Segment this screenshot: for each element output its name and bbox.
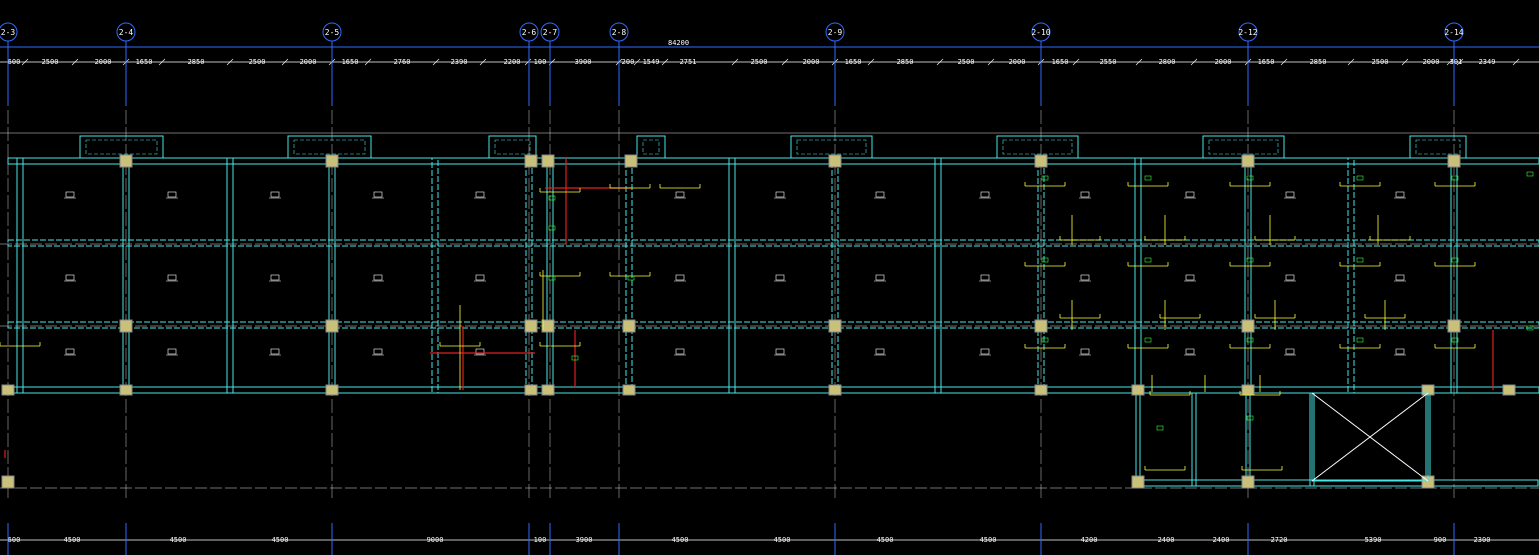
grid-axis-label: 2-14	[1444, 28, 1463, 37]
bottom-dim-text: 3900	[576, 536, 593, 544]
column	[1034, 154, 1048, 168]
cad-drawing-canvas[interactable]: 84200 600 2500 2000 1650 2850 2500 2000 1650 276…	[0, 0, 1539, 555]
top-dim-text: 2800	[1159, 58, 1176, 66]
grid-axis-label: 2-12	[1238, 28, 1257, 37]
top-dim-text: 1650	[1052, 58, 1069, 66]
top-dim-text: 2000	[300, 58, 317, 66]
column	[524, 154, 538, 168]
bottom-dim-text: 4200	[1081, 536, 1098, 544]
column	[1502, 384, 1516, 396]
top-dim-text: 1650	[342, 58, 359, 66]
top-dim-text: 2760	[394, 58, 411, 66]
column	[325, 319, 339, 333]
column	[622, 319, 636, 333]
top-dim-text: 2500	[751, 58, 768, 66]
background	[0, 0, 1539, 555]
column	[541, 154, 555, 168]
grid-axis-label: 2-6	[522, 28, 537, 37]
top-dim-text: 2850	[188, 58, 205, 66]
column	[325, 384, 339, 396]
grid-axis-label: 2-8	[612, 28, 627, 37]
grid-axis-label: 2-4	[119, 28, 134, 37]
top-dim-text: 2000	[1009, 58, 1026, 66]
column	[1131, 384, 1145, 396]
top-dim-text: 2500	[249, 58, 266, 66]
bottom-dim-text: 4500	[64, 536, 81, 544]
top-dim-text: 2550	[1100, 58, 1117, 66]
top-dim-text: 1549	[643, 58, 660, 66]
top-dim-text: 2850	[897, 58, 914, 66]
column	[1241, 475, 1255, 489]
column	[1241, 154, 1255, 168]
bottom-dim-text: 2300	[1474, 536, 1491, 544]
top-dim-text: 1650	[845, 58, 862, 66]
column	[828, 384, 842, 396]
column	[828, 154, 842, 168]
bottom-dim-text: 4500	[272, 536, 289, 544]
column	[524, 319, 538, 333]
top-dim-text: 2850	[1310, 58, 1327, 66]
top-dim-text: 2000	[95, 58, 112, 66]
bottom-dim-text: 100	[534, 536, 547, 544]
top-dim-text: 2500	[42, 58, 59, 66]
top-dim-text: 600	[8, 58, 21, 66]
grid-axis-label: 2-7	[543, 28, 558, 37]
column	[1447, 319, 1461, 333]
bottom-dim-text: 900	[1434, 536, 1447, 544]
grid-axis-label: 2-3	[1, 28, 16, 37]
column	[119, 319, 133, 333]
top-dim-text: 2500	[958, 58, 975, 66]
bottom-dim-text: 4500	[774, 536, 791, 544]
column	[1, 475, 15, 489]
top-dim-text: 2500	[1372, 58, 1389, 66]
column	[622, 384, 636, 396]
column	[1447, 154, 1461, 168]
bottom-dim-text: 2400	[1213, 536, 1230, 544]
bottom-dim-text: 600	[8, 536, 21, 544]
top-dim-text: 1650	[1258, 58, 1275, 66]
overall-dimension-text: 84200	[668, 39, 689, 47]
bottom-dim-text: 4500	[980, 536, 997, 544]
bottom-dim-text: 5390	[1365, 536, 1382, 544]
column	[541, 384, 555, 396]
grid-axis-label: 2-9	[828, 28, 843, 37]
column	[119, 384, 133, 396]
column	[541, 319, 555, 333]
column	[1034, 319, 1048, 333]
grid-axis-label: 2-5	[325, 28, 340, 37]
top-dim-text: 2000	[1423, 58, 1440, 66]
column	[524, 384, 538, 396]
bottom-dim-text: 2400	[1158, 536, 1175, 544]
column	[1241, 384, 1255, 396]
bottom-dim-text: 4500	[170, 536, 187, 544]
top-dim-text: 200	[622, 58, 635, 66]
column	[1034, 384, 1048, 396]
bottom-dim-text: 2720	[1271, 536, 1288, 544]
top-dim-text: 2000	[803, 58, 820, 66]
column	[119, 154, 133, 168]
top-dim-text: 2200	[504, 58, 521, 66]
column	[1241, 319, 1255, 333]
bottom-dim-text: 4500	[672, 536, 689, 544]
bottom-dim-text: 4500	[877, 536, 894, 544]
top-dim-text: 100	[534, 58, 547, 66]
top-dim-text: 2751	[680, 58, 697, 66]
top-dim-text: 2390	[451, 58, 468, 66]
grid-axis-label: 2-10	[1031, 28, 1050, 37]
column	[325, 154, 339, 168]
top-dim-text: 1650	[136, 58, 153, 66]
bottom-dim-text: 9000	[427, 536, 444, 544]
column	[624, 154, 638, 168]
top-dim-text: 3900	[575, 58, 592, 66]
top-dim-text: 301	[1450, 58, 1463, 66]
column	[1131, 475, 1145, 489]
top-dim-text: 2000	[1215, 58, 1232, 66]
column	[828, 319, 842, 333]
column	[1, 384, 15, 396]
top-dim-text: 2349	[1479, 58, 1496, 66]
